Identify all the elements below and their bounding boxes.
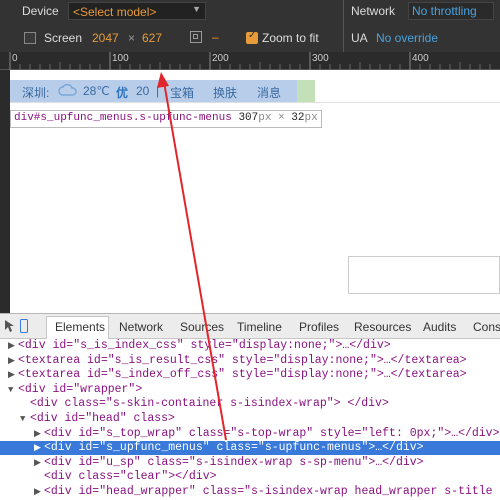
expand-right-icon[interactable]: ▶ [34, 485, 44, 499]
dom-node[interactable]: ▶ <textarea id="s_index_off_css" style="d… [0, 368, 500, 382]
dom-node-markup: <textarea id="s_is_result_css" style="di… [18, 353, 467, 367]
temperature: 28℃ [83, 84, 110, 98]
dom-node[interactable]: ▶ <textarea id="s_is_result_css" style="d… [0, 354, 500, 368]
ua-label: UA [351, 31, 368, 45]
tab-elements[interactable]: Elements [55, 320, 105, 334]
divider [343, 0, 344, 52]
menu-item-messages[interactable]: 消息 [257, 84, 281, 101]
dom-node-markup: <textarea id="s_index_off_css" style="di… [18, 368, 467, 382]
expand-down-icon[interactable]: ▼ [8, 383, 18, 397]
tab-timeline[interactable]: Timeline [237, 320, 282, 334]
ua-value[interactable]: No override [376, 31, 438, 45]
tooltip-width: 307 [238, 112, 259, 124]
tooltip-unit: px [258, 112, 272, 124]
ruler-tick-label: 300 [312, 53, 329, 64]
tab-audits[interactable]: Audits [423, 320, 456, 334]
dom-node[interactable]: <div class="s-skin-container s-isindex-w… [0, 397, 500, 411]
ruler-tick-label: 0 [12, 53, 18, 64]
network-select[interactable]: No throttling [408, 2, 494, 20]
dom-node-selected[interactable]: ▶ <div id="s_upfunc_menus" class="s-upfun… [0, 441, 500, 456]
search-input[interactable] [348, 256, 500, 294]
expand-right-icon[interactable]: ▶ [34, 456, 44, 470]
upfunc-menus-highlight[interactable]: 深圳: 28℃ 优 20 | 宝箱 换肤 消息 [10, 80, 297, 102]
padding-highlight [297, 80, 315, 102]
dom-node-markup: <div class="clear"></div> [44, 470, 217, 484]
screen-width-input[interactable]: 2047 [92, 31, 119, 45]
menu-separator: | [156, 84, 160, 98]
swap-dimensions-icon[interactable] [190, 31, 202, 43]
dom-node[interactable]: <div class="clear"></div> [0, 470, 500, 484]
dom-node-markup: <div id="s_upfunc_menus" class="s-upfunc… [44, 441, 424, 455]
city-label: 深圳: [22, 86, 50, 100]
inspect-icon[interactable] [4, 319, 16, 336]
dom-node-markup: <div id="s_top_wrap" class="s-top-wrap" … [44, 426, 500, 440]
dom-tree: ▶ <div id="s_is_index_css" style="display… [0, 339, 500, 500]
dom-node-markup: <div id="u_sp" class="s-isindex-wrap s-s… [44, 455, 424, 469]
expand-down-icon[interactable]: ▼ [20, 412, 30, 426]
dom-node[interactable]: ▶ <div id="head_wrapper" class="s-isindex… [0, 485, 500, 499]
model-select[interactable]: <Select model> ▼ [68, 2, 206, 20]
screen-label: Screen [44, 31, 83, 45]
dom-node[interactable]: ▼ <div id="head" class> [0, 412, 500, 426]
expand-right-icon[interactable]: ▶ [34, 427, 44, 441]
expand-right-icon[interactable]: ▶ [8, 339, 18, 353]
dom-node-markup: <div id="head_wrapper" class="s-isindex-… [44, 485, 493, 498]
network-value: No throttling [412, 4, 477, 18]
tooltip-height: 32 [291, 112, 305, 124]
dom-node[interactable]: ▶ <div id="u_sp" class="s-isindex-wrap s-… [0, 456, 500, 470]
device-label: Device [22, 4, 59, 18]
devtools-tabbar: Elements Network Sources Timeline Profil… [0, 313, 500, 340]
chevron-down-icon: ▼ [192, 4, 201, 14]
ruler-tick-label: 400 [412, 53, 429, 64]
dom-node-markup: <div id="head" class> [30, 412, 175, 425]
tab-resources[interactable]: Resources [354, 320, 411, 334]
air-quality: 优 [116, 86, 129, 100]
zoom-checkbox[interactable]: ✓ [246, 30, 258, 44]
tab-network[interactable]: Network [119, 320, 163, 334]
dom-node[interactable]: ▼ <div id="wrapper"> [0, 383, 500, 397]
dom-node-markup: <div class="s-skin-container s-isindex-w… [30, 397, 389, 411]
horizontal-ruler: 0 100 200 300 400 [0, 52, 500, 70]
model-select-value: <Select model> [73, 5, 157, 19]
pixel-ratio-input[interactable]: – [212, 30, 219, 44]
device-mode-icon[interactable] [20, 319, 28, 336]
expand-right-icon[interactable]: ▶ [8, 368, 18, 382]
tooltip-times: × [278, 112, 285, 124]
tab-profiles[interactable]: Profiles [299, 320, 339, 334]
tab-console[interactable]: Cons [473, 320, 500, 334]
screen-times: × [128, 31, 136, 45]
dom-node-markup: <div id="wrapper"> [18, 382, 143, 396]
vertical-ruler [0, 70, 10, 313]
network-label: Network [351, 4, 396, 18]
dom-node[interactable]: ▶ <div id="s_is_index_css" style="display… [0, 339, 500, 353]
menu-item-treasure-box[interactable]: 宝箱 [170, 84, 194, 101]
tooltip-unit: px [304, 112, 318, 124]
expand-right-icon[interactable]: ▶ [8, 354, 18, 368]
screen-checkbox[interactable] [24, 32, 36, 44]
cloud-icon [58, 83, 78, 100]
element-tooltip: div#s_upfunc_menus.s-upfunc-menus 307px … [10, 110, 322, 128]
emulation-toolbar: Device <Select model> ▼ Network No throt… [0, 0, 500, 52]
dom-node-markup: <div id="s_is_index_css" style="display:… [18, 339, 391, 352]
ruler-tick-label: 100 [112, 53, 129, 64]
zoom-label: Zoom to fit [262, 31, 319, 45]
menu-item-skin[interactable]: 换肤 [213, 84, 237, 101]
page-divider [10, 102, 500, 103]
tab-sources[interactable]: Sources [180, 320, 224, 334]
aqi-value: 20 [136, 84, 150, 98]
expand-right-icon[interactable]: ▶ [34, 441, 44, 455]
screen-height-input[interactable]: 627 [142, 31, 162, 45]
dom-node[interactable]: ▶ <div id="s_top_wrap" class="s-top-wrap"… [0, 427, 500, 441]
ruler-tick-label: 200 [212, 53, 229, 64]
tooltip-selector: div#s_upfunc_menus.s-upfunc-menus [14, 112, 232, 124]
